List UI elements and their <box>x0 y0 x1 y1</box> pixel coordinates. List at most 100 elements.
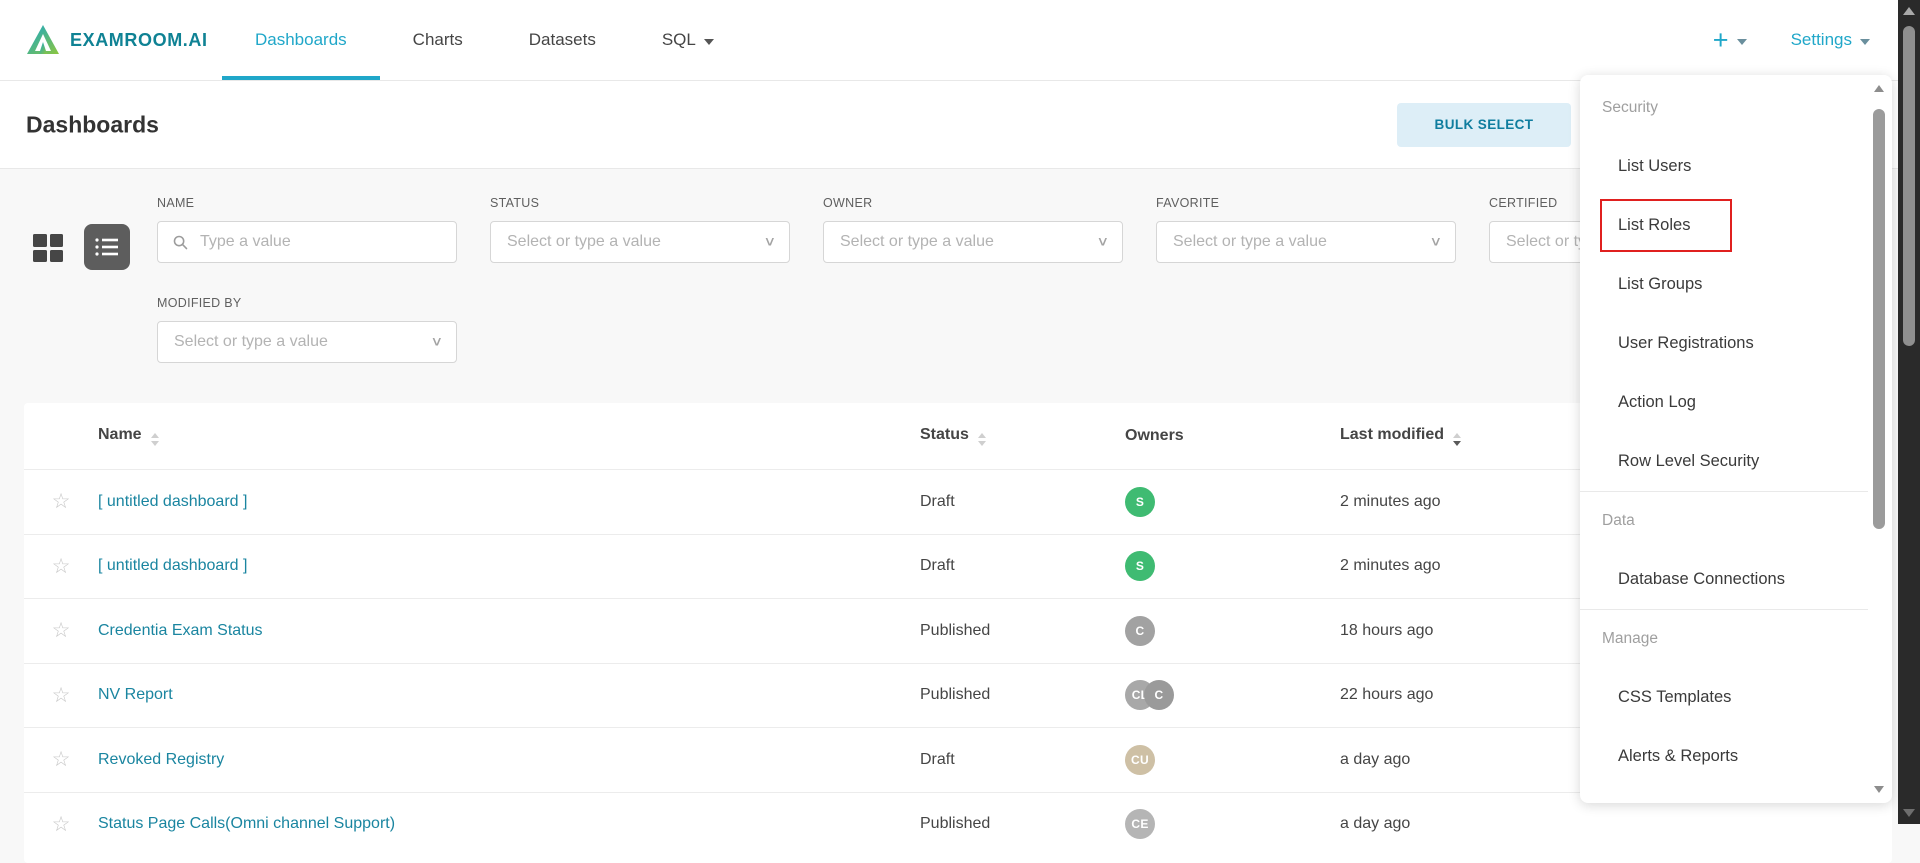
menu-item-css-templates[interactable]: CSS Templates <box>1580 668 1868 727</box>
filter-label: MODIFIED BY <box>157 296 457 310</box>
nav-item-sql[interactable]: SQL <box>629 0 747 80</box>
owner-filter-select[interactable]: Select or type a value∨ <box>823 221 1123 263</box>
column-header-label: Owners <box>1125 427 1184 444</box>
dashboard-link[interactable]: [ untitled dashboard ] <box>98 557 247 574</box>
column-header-owners: Owners <box>1125 427 1340 445</box>
settings-dropdown: SecurityList Users List Roles List Groups U… <box>1580 75 1892 803</box>
list-view-icon[interactable] <box>84 224 130 270</box>
column-header-label: Name <box>98 426 142 443</box>
dropdown-scrollbar-thumb[interactable] <box>1873 109 1885 529</box>
caret-down-icon <box>1860 39 1870 45</box>
name-filter-input[interactable] <box>157 221 457 263</box>
nav-item-label: Charts <box>413 30 463 50</box>
favorite-filter-select[interactable]: Select or type a value∨ <box>1156 221 1456 263</box>
column-header-name[interactable]: Name <box>98 426 920 446</box>
scroll-down-icon[interactable] <box>1903 809 1915 817</box>
settings-section-security: SecurityList Users List Roles List Groups U… <box>1580 79 1868 491</box>
browser-scrollbar-thumb[interactable] <box>1903 26 1915 346</box>
scroll-up-icon[interactable] <box>1874 85 1884 92</box>
sort-icon[interactable] <box>151 433 159 446</box>
menu-item-label: Row Level Security <box>1618 452 1759 471</box>
navbar: EXAMROOM.AI DashboardsChartsDatasetsSQL … <box>0 0 1920 81</box>
select-placeholder: Select or type a value <box>840 233 994 251</box>
settings-menu-trigger[interactable]: Settings <box>1791 30 1870 50</box>
navbar-right: + Settings <box>1713 0 1870 80</box>
menu-item-label: Database Connections <box>1618 570 1785 589</box>
settings-section-header: Data <box>1580 492 1868 550</box>
scroll-up-icon[interactable] <box>1903 7 1915 15</box>
menu-item-label: User Registrations <box>1618 334 1754 353</box>
owner-avatar[interactable]: S <box>1125 487 1155 517</box>
scroll-down-icon[interactable] <box>1874 786 1884 793</box>
search-icon <box>172 234 189 251</box>
column-header-status[interactable]: Status <box>920 426 1125 446</box>
cell-owners: CU <box>1125 745 1340 775</box>
menu-item-database-connections[interactable]: Database Connections <box>1580 550 1868 609</box>
nav-item-label: Dashboards <box>255 30 347 50</box>
status-filter-select[interactable]: Select or type a value∨ <box>490 221 790 263</box>
nav-item-datasets[interactable]: Datasets <box>496 0 629 80</box>
filter-label: NAME <box>157 196 457 210</box>
caret-down-icon <box>704 39 714 45</box>
menu-item-label: List Roles <box>1618 216 1690 235</box>
modified-by-filter-select[interactable]: Select or type a value∨ <box>157 321 457 363</box>
menu-item-list-groups[interactable]: List Groups <box>1580 255 1868 314</box>
filter-name: NAME <box>157 196 457 263</box>
owner-avatar[interactable]: S <box>1125 551 1155 581</box>
favorite-star-icon[interactable]: ☆ <box>24 491 98 512</box>
cell-name: Status Page Calls(Omni channel Support) <box>98 815 920 833</box>
examroom-logo-icon <box>26 24 60 56</box>
menu-item-alerts-reports[interactable]: Alerts & Reports <box>1580 727 1868 786</box>
settings-label: Settings <box>1791 30 1852 50</box>
menu-item-user-registrations[interactable]: User Registrations <box>1580 314 1868 373</box>
dashboard-link[interactable]: [ untitled dashboard ] <box>98 493 247 510</box>
menu-item-label: CSS Templates <box>1618 688 1731 707</box>
owner-avatar[interactable]: C <box>1144 680 1174 710</box>
sort-up-icon <box>1453 433 1461 438</box>
cell-status: Draft <box>920 493 1125 511</box>
menu-item-label: List Groups <box>1618 275 1702 294</box>
settings-section-header: Security <box>1580 79 1868 137</box>
settings-section-data: Data Database Connections <box>1580 491 1868 609</box>
dashboard-link[interactable]: Credentia Exam Status <box>98 622 263 639</box>
sort-icon[interactable] <box>978 433 986 446</box>
menu-item-list-roles[interactable]: List Roles <box>1580 196 1868 255</box>
brand-logo[interactable]: EXAMROOM.AI <box>26 0 208 80</box>
menu-item-action-log[interactable]: Action Log <box>1580 373 1868 432</box>
cell-name: Revoked Registry <box>98 751 920 769</box>
menu-item-list-users[interactable]: List Users <box>1580 137 1868 196</box>
cell-status: Published <box>920 815 1125 833</box>
dashboard-link[interactable]: Revoked Registry <box>98 751 224 768</box>
chevron-down-icon: ∨ <box>764 234 777 250</box>
favorite-star-icon[interactable]: ☆ <box>24 814 98 835</box>
owner-avatar[interactable]: CE <box>1125 809 1155 839</box>
nav-item-label: Datasets <box>529 30 596 50</box>
select-placeholder: Select or type a value <box>174 333 328 351</box>
settings-section-header: Manage <box>1580 610 1868 668</box>
dropdown-scrollbar[interactable] <box>1872 83 1886 795</box>
browser-scrollbar[interactable] <box>1898 0 1920 824</box>
cell-owners: C <box>1125 616 1340 646</box>
favorite-star-icon[interactable]: ☆ <box>24 556 98 577</box>
favorite-star-icon[interactable]: ☆ <box>24 685 98 706</box>
favorite-star-icon[interactable]: ☆ <box>24 620 98 641</box>
cell-name: Credentia Exam Status <box>98 622 920 640</box>
owner-avatar[interactable]: C <box>1125 616 1155 646</box>
card-view-icon[interactable] <box>33 234 63 262</box>
new-item-menu[interactable]: + <box>1713 25 1747 56</box>
nav-item-charts[interactable]: Charts <box>380 0 496 80</box>
menu-item-label: Alerts & Reports <box>1618 747 1738 766</box>
column-header-label: Last modified <box>1340 426 1444 443</box>
settings-dropdown-sections: SecurityList Users List Roles List Groups U… <box>1580 79 1868 786</box>
filter-label: FAVORITE <box>1156 196 1456 210</box>
dashboard-link[interactable]: NV Report <box>98 686 173 703</box>
cell-owners: S <box>1125 487 1340 517</box>
menu-item-row-level-security[interactable]: Row Level Security <box>1580 432 1868 491</box>
favorite-star-icon[interactable]: ☆ <box>24 749 98 770</box>
sort-icon[interactable] <box>1453 433 1461 446</box>
owner-avatar[interactable]: CU <box>1125 745 1155 775</box>
cell-status: Draft <box>920 557 1125 575</box>
nav-item-dashboards[interactable]: Dashboards <box>222 0 380 80</box>
filter-text-input[interactable] <box>198 232 422 252</box>
bulk-select-button[interactable]: BULK SELECT <box>1397 103 1571 147</box>
